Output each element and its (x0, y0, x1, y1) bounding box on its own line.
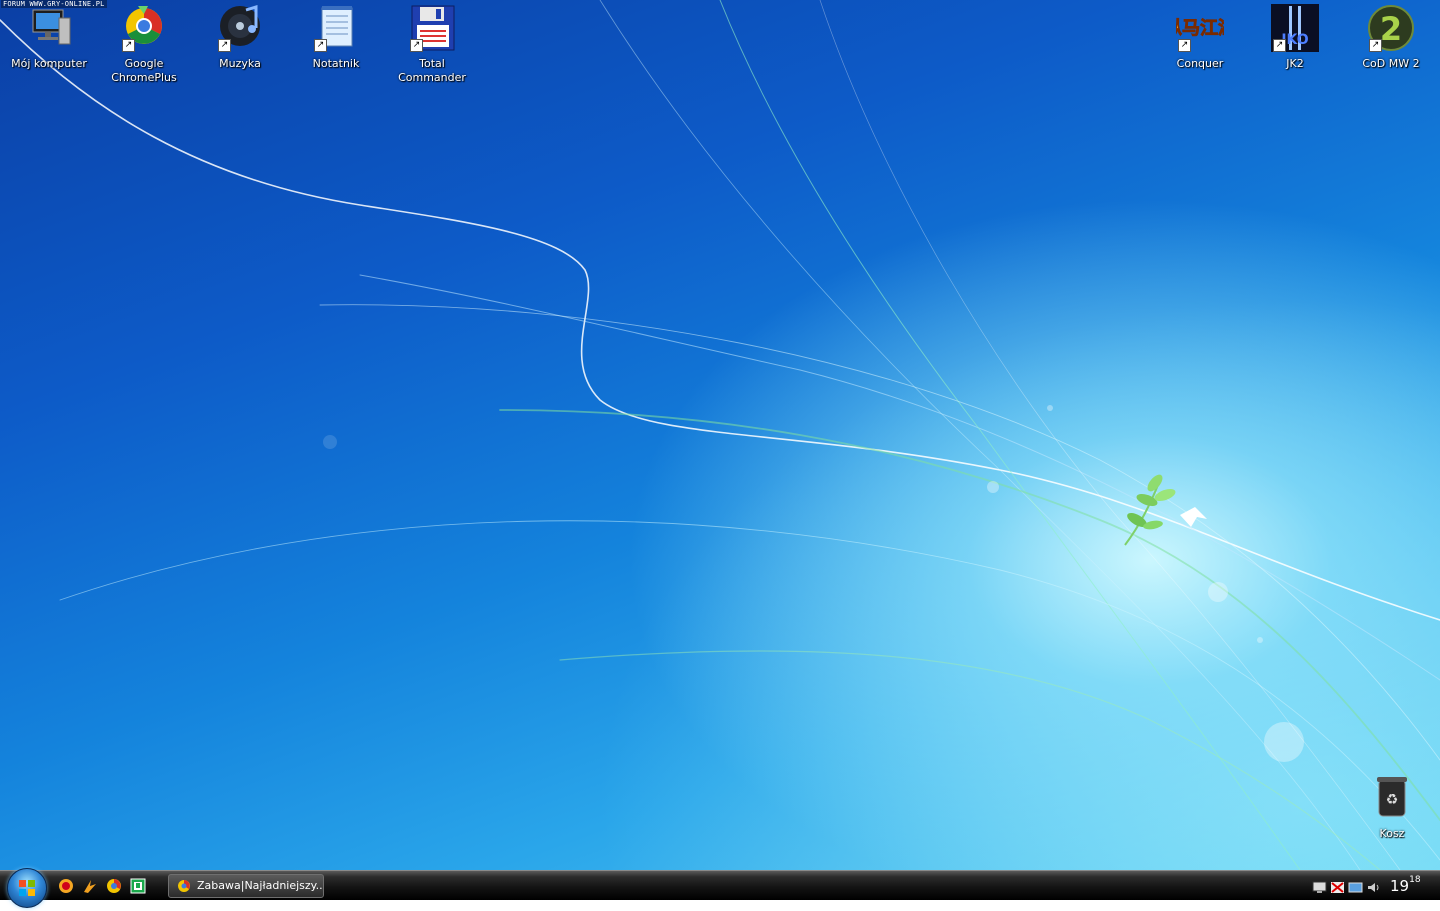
shortcut-arrow-icon: ↗ (122, 39, 135, 52)
music-icon: ↗ (216, 4, 264, 52)
quicklaunch-chromeplus-icon[interactable] (106, 878, 122, 894)
clock-hour: 19 (1390, 877, 1410, 895)
icon-label: Notatnik (312, 57, 360, 70)
start-button[interactable] (7, 868, 47, 908)
desktop-icon-conquer[interactable]: 纵马江湖 ↗ Conquer (1155, 2, 1245, 71)
desktop-icon-muzyka[interactable]: ↗ Muzyka (195, 2, 285, 71)
desktop-icon-cod-mw2[interactable]: 2 ↗ CoD MW 2 (1346, 2, 1436, 71)
quicklaunch-messenger-icon[interactable] (58, 878, 74, 894)
taskbar-window-button[interactable]: Zabawa|Najładniejszy... (168, 874, 324, 898)
shortcut-arrow-icon: ↗ (218, 39, 231, 52)
shortcut-arrow-icon: ↗ (1273, 39, 1286, 52)
windows-logo-icon (19, 880, 35, 896)
desktop-icon-moj-komputer[interactable]: Mój komputer (4, 2, 94, 71)
notepad-icon: ↗ (312, 4, 360, 52)
desktop-icon-kosz[interactable]: ♻ Kosz (1347, 772, 1437, 841)
icon-label: Conquer (1176, 57, 1224, 70)
desktop-icon-notatnik[interactable]: ↗ Notatnik (291, 2, 381, 71)
chromeplus-icon: ↗ (120, 4, 168, 52)
icon-label: Muzyka (219, 57, 261, 70)
icon-label: Mój komputer (11, 57, 87, 70)
shortcut-arrow-icon: ↗ (1369, 39, 1382, 52)
tray-network-icon[interactable] (1312, 879, 1327, 893)
taskbar: Zabawa|Najładniejszy... 1918 (0, 868, 1440, 908)
icon-label: JK2 (1286, 57, 1304, 70)
shortcut-arrow-icon: ↗ (1178, 39, 1191, 52)
floppy-disk-icon: ↗ (408, 4, 456, 52)
desktop-icon-jk2[interactable]: JKO ↗ JK2 (1250, 2, 1340, 71)
clock-minute: 18 (1409, 875, 1421, 885)
shortcut-arrow-icon: ↗ (314, 39, 327, 52)
icon-label: Google ChromePlus (111, 57, 177, 84)
icon-label: Kosz (1379, 827, 1405, 840)
jk2-game-icon: JKO ↗ (1271, 4, 1319, 52)
wallpaper-bokeh (323, 405, 1304, 762)
quicklaunch-winamp-icon[interactable] (82, 878, 98, 894)
recycle-bin-icon: ♻ (1368, 774, 1416, 822)
tray-security-icon[interactable] (1330, 879, 1345, 893)
desktop-icon-total-commander[interactable]: ↗ Total Commander (387, 2, 477, 85)
wallpaper-swirls (0, 0, 1440, 870)
tray-monitor-icon[interactable] (1348, 879, 1363, 893)
cod-logo-text: 2 (1380, 10, 1402, 48)
desktop-icon-google-chromeplus[interactable]: ↗ Google ChromePlus (99, 2, 189, 85)
cod-mw2-game-icon: 2 ↗ (1367, 4, 1415, 52)
conquer-logo-text: 纵马江湖 (1176, 18, 1224, 39)
svg-text:♻: ♻ (1386, 792, 1399, 808)
taskbar-window-label: Zabawa|Najładniejszy... (197, 879, 324, 892)
shortcut-arrow-icon: ↗ (410, 39, 423, 52)
icon-label: Total Commander (398, 57, 466, 84)
tray-volume-icon[interactable] (1366, 879, 1381, 892)
quicklaunch-app-icon[interactable] (130, 878, 146, 894)
icon-label: CoD MW 2 (1362, 57, 1420, 70)
desktop[interactable]: FORUM WWW.GRY-ONLINE.PL Mój komputer ↗ G… (0, 0, 1440, 870)
computer-icon (25, 4, 73, 52)
taskbar-clock[interactable]: 1918 (1390, 874, 1421, 898)
chromeplus-icon (178, 880, 190, 892)
conquer-game-icon: 纵马江湖 ↗ (1164, 4, 1236, 52)
